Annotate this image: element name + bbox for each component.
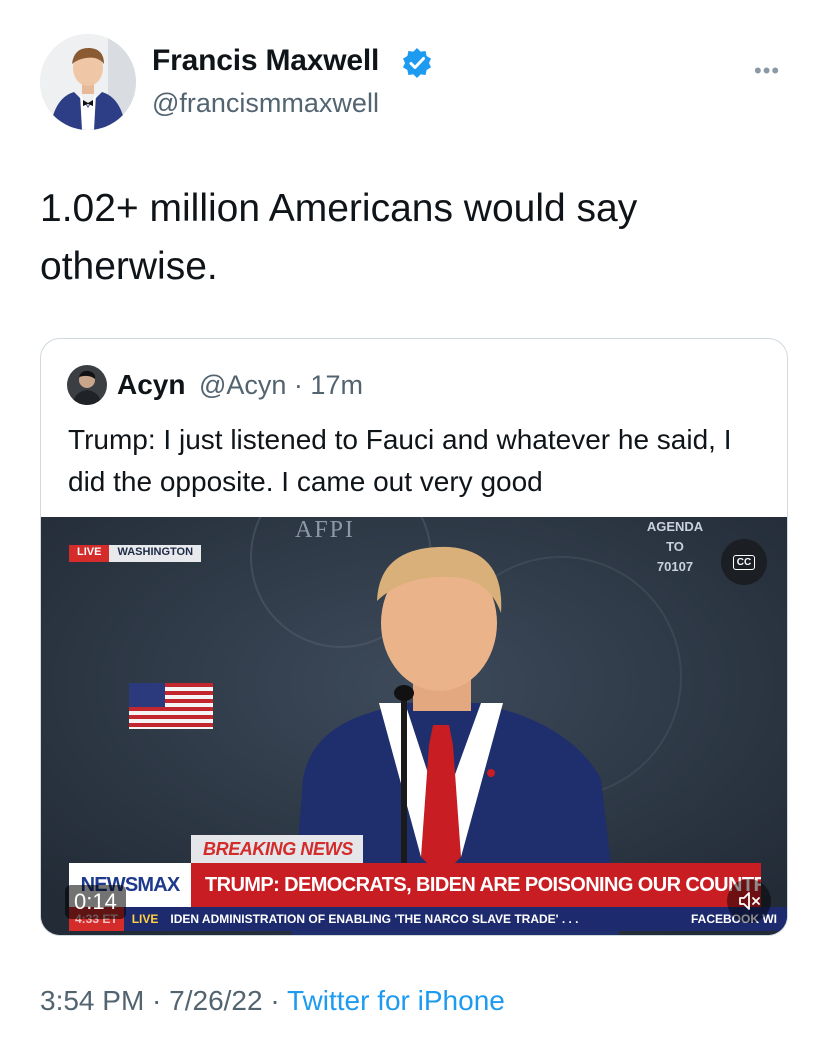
speaker-muted-icon[interactable] <box>727 879 771 923</box>
author-handle[interactable]: @francismmaxwell <box>152 88 379 119</box>
author-avatar[interactable] <box>40 34 136 130</box>
quoted-author-name[interactable]: Acyn <box>117 369 185 401</box>
quoted-tweet-text: Trump: I just listened to Fauci and what… <box>68 424 732 497</box>
quoted-tweet-card[interactable]: Acyn @Acyn · 17m Trump: I just listened … <box>40 338 788 936</box>
news-headline: TRUMP: DEMOCRATS, BIDEN ARE POISONING OU… <box>191 863 761 907</box>
more-horizontal-icon[interactable]: ••• <box>754 58 780 84</box>
live-label: LIVE <box>69 545 110 562</box>
tweet-text: 1.02+ million Americans would say otherw… <box>40 187 638 288</box>
breaking-news-banner: BREAKING NEWS <box>191 835 363 863</box>
live-location-tag: LIVE WASHINGTON <box>69 545 202 562</box>
tweet-meta: 3:54 PM · 7/26/22 · Twitter for iPhone <box>40 985 505 1017</box>
profile-photo <box>67 365 107 405</box>
closed-captions-button[interactable]: CC <box>721 539 767 585</box>
quoted-author-handle-time[interactable]: @Acyn · 17m <box>199 370 363 401</box>
profile-photo <box>40 34 136 130</box>
agenda-line-1: AGENDA <box>646 519 704 534</box>
news-ticker: 4:33 ET LIVE IDEN ADMINISTRATION OF ENAB… <box>69 907 787 931</box>
video-elapsed-time: 0:14 <box>65 885 126 919</box>
ticker-text: IDEN ADMINISTRATION OF ENABLING 'THE NAR… <box>170 912 579 926</box>
tweet-timestamp[interactable]: 3:54 PM · 7/26/22 · <box>40 985 287 1016</box>
author-display-name[interactable]: Francis Maxwell <box>152 44 379 78</box>
tweet-source-link[interactable]: Twitter for iPhone <box>287 985 505 1016</box>
ticker-live: LIVE <box>131 912 159 926</box>
agenda-backdrop-text: AGENDA TO 70107 <box>625 517 725 577</box>
cc-icon: CC <box>732 554 756 570</box>
afpi-backdrop-text: AFPI <box>295 517 356 543</box>
verified-badge-icon <box>401 47 433 79</box>
video-player[interactable]: AFPI AGENDA TO 70107 LIVE WASHINGTON CC … <box>41 517 787 935</box>
american-flag-icon <box>129 683 213 729</box>
location-label: WASHINGTON <box>109 545 202 562</box>
agenda-line-3: 70107 <box>656 559 694 574</box>
quoted-author-avatar[interactable] <box>67 365 107 405</box>
agenda-line-2: TO <box>666 539 684 554</box>
